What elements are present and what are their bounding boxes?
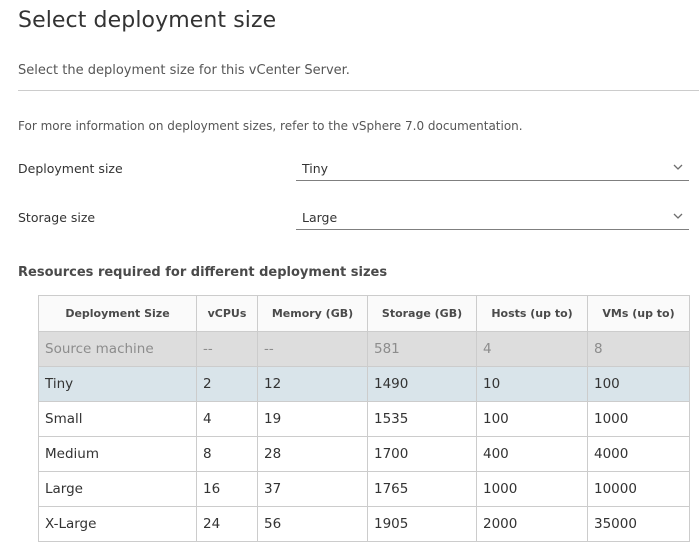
- table-cell: 4: [476, 331, 588, 367]
- resources-title: Resources required for different deploym…: [18, 265, 388, 280]
- chevron-down-icon: [673, 164, 683, 170]
- table-cell: --: [257, 331, 368, 367]
- storage-size-select[interactable]: Large: [296, 206, 689, 230]
- info-text: For more information on deployment sizes…: [18, 119, 523, 133]
- page-title: Select deployment size: [18, 8, 277, 33]
- table-cell: 400: [476, 436, 588, 472]
- table-row: Medium 8 28 1700 400 4000: [38, 436, 690, 472]
- column-header: Hosts (up to): [476, 295, 588, 332]
- column-header: VMs (up to): [587, 295, 690, 332]
- table-row: Large 16 37 1765 1000 10000: [38, 471, 690, 507]
- table-cell: Medium: [38, 436, 197, 472]
- table-cell: 1905: [367, 506, 477, 542]
- table-cell: 1535: [367, 401, 477, 437]
- table-cell: 12: [257, 366, 368, 402]
- deployment-size-label: Deployment size: [18, 161, 123, 176]
- column-header: Memory (GB): [257, 295, 368, 332]
- table-cell: 10000: [587, 471, 690, 507]
- table-cell: 28: [257, 436, 368, 472]
- table-cell: 24: [196, 506, 258, 542]
- table-cell: 10: [476, 366, 588, 402]
- table-row: Source machine -- -- 581 4 8: [38, 331, 690, 367]
- table-cell: 1000: [587, 401, 690, 437]
- table-cell: Small: [38, 401, 197, 437]
- table-cell: 35000: [587, 506, 690, 542]
- table-cell: 1700: [367, 436, 477, 472]
- table-cell: 100: [476, 401, 588, 437]
- table-cell: Large: [38, 471, 197, 507]
- table-cell: Tiny: [38, 366, 197, 402]
- table-cell: 2000: [476, 506, 588, 542]
- table-row: Small 4 19 1535 100 1000: [38, 401, 690, 437]
- storage-size-label: Storage size: [18, 210, 96, 225]
- table-row: Tiny 2 12 1490 10 100: [38, 366, 690, 402]
- deployment-size-select[interactable]: Tiny: [296, 157, 689, 181]
- column-header: Deployment Size: [38, 295, 197, 332]
- table-cell: --: [196, 331, 258, 367]
- table-cell: X-Large: [38, 506, 197, 542]
- resources-table: Deployment Size vCPUs Memory (GB) Storag…: [38, 295, 690, 542]
- table-cell: 8: [196, 436, 258, 472]
- storage-size-value: Large: [302, 210, 338, 225]
- table-cell: 56: [257, 506, 368, 542]
- table-cell: 1000: [476, 471, 588, 507]
- table-cell: 8: [587, 331, 690, 367]
- table-cell: 1765: [367, 471, 477, 507]
- chevron-down-icon: [673, 213, 683, 219]
- table-cell: 1490: [367, 366, 477, 402]
- page-subtitle: Select the deployment size for this vCen…: [18, 63, 350, 78]
- table-cell: 4000: [587, 436, 690, 472]
- table-row: X-Large 24 56 1905 2000 35000: [38, 506, 690, 542]
- table-cell: 100: [587, 366, 690, 402]
- header-divider: [18, 90, 699, 91]
- table-cell: 16: [196, 471, 258, 507]
- table-header-row: Deployment Size vCPUs Memory (GB) Storag…: [38, 295, 690, 332]
- column-header: Storage (GB): [367, 295, 477, 332]
- table-cell: 581: [367, 331, 477, 367]
- column-header: vCPUs: [196, 295, 258, 332]
- table-cell: 2: [196, 366, 258, 402]
- table-cell: Source machine: [38, 331, 197, 367]
- deployment-size-value: Tiny: [302, 161, 329, 176]
- table-cell: 37: [257, 471, 368, 507]
- table-cell: 4: [196, 401, 258, 437]
- table-cell: 19: [257, 401, 368, 437]
